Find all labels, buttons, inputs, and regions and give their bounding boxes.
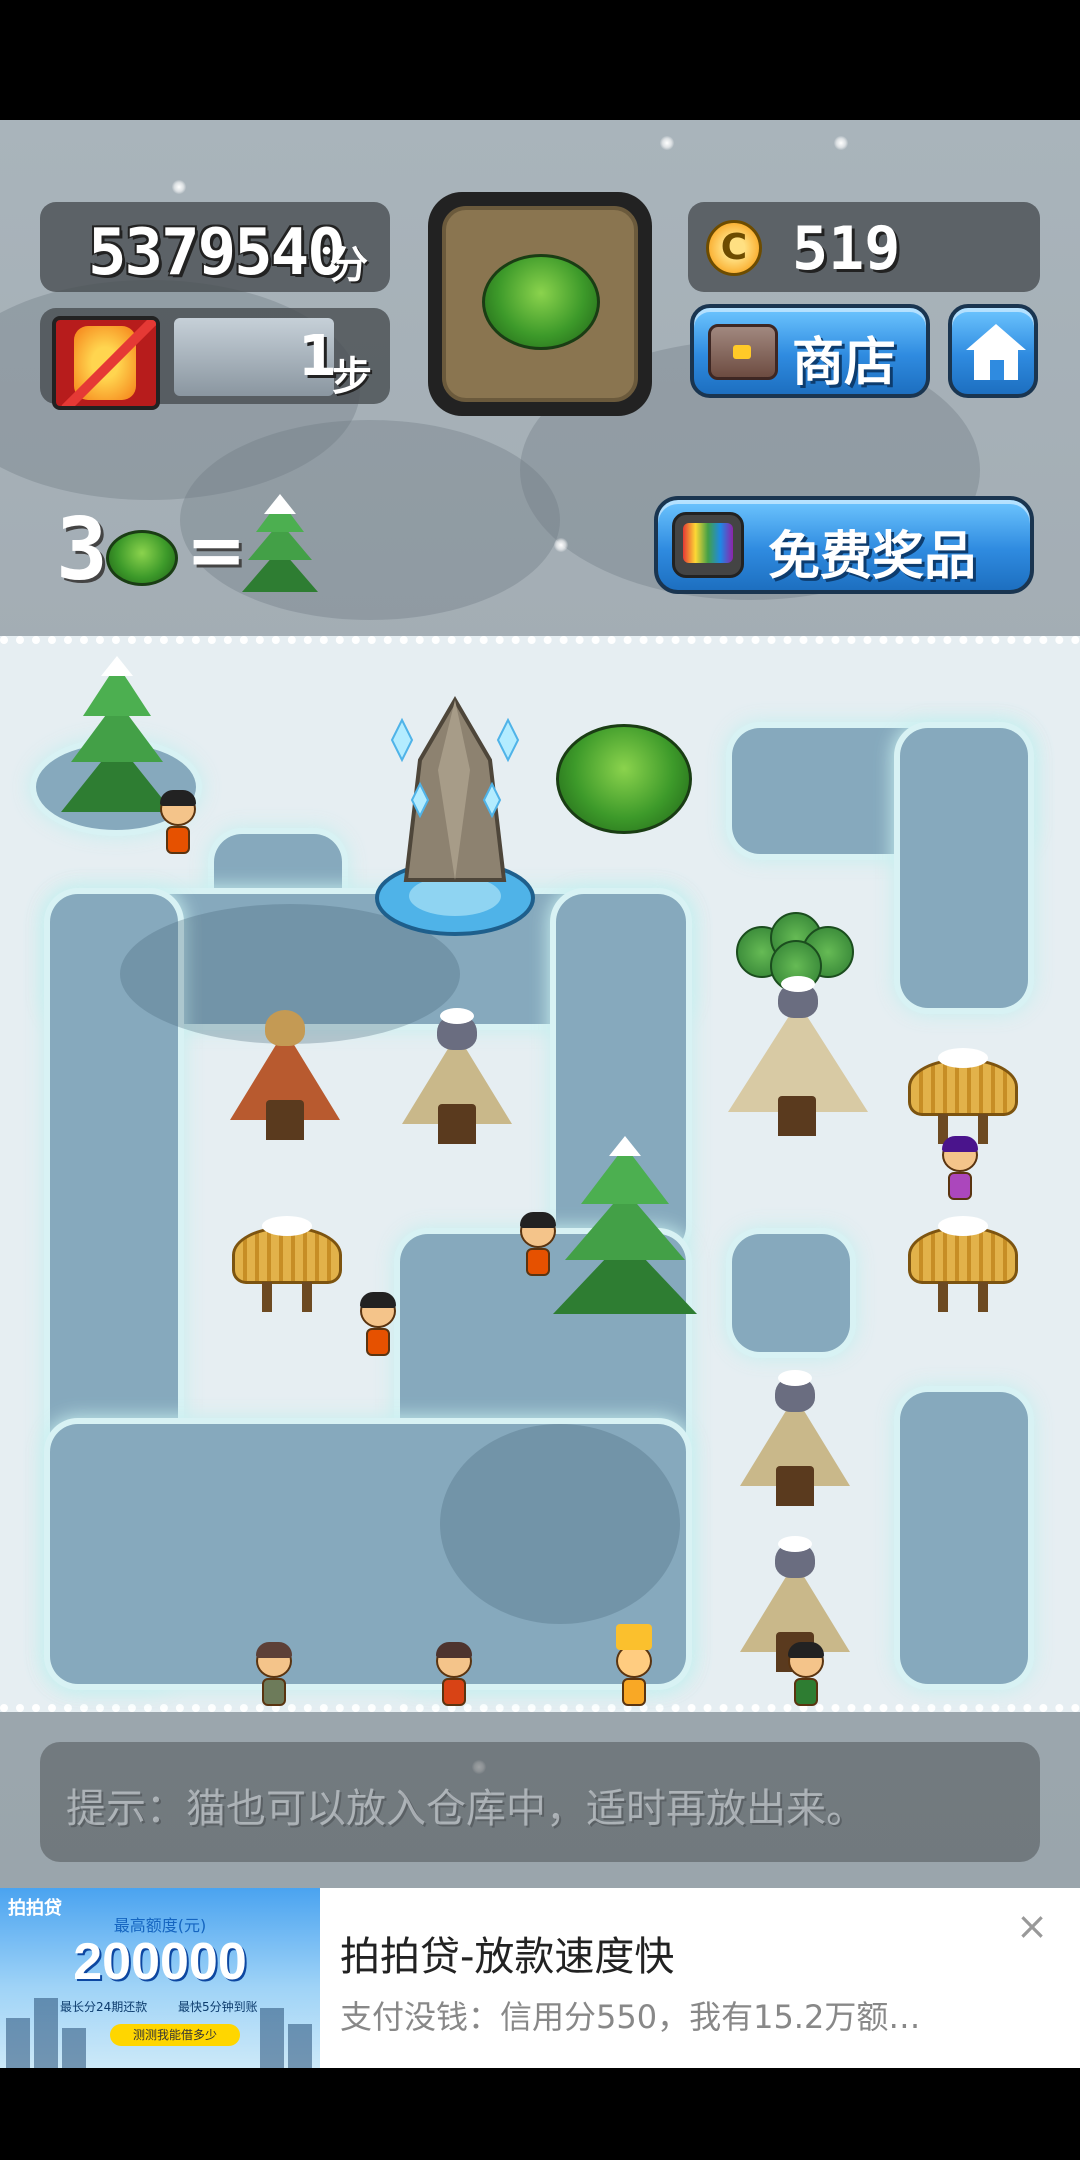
- ad-description[interactable]: 支付没钱：信用分550，我有15.2万额…: [340, 1992, 990, 2038]
- chief-icon: [614, 1624, 654, 1710]
- hint-text: 提示：猫也可以放入仓库中，适时再放出来。: [66, 1786, 866, 1832]
- shop-button[interactable]: 商店: [690, 304, 930, 398]
- game-viewport: 5379540 分 1 步 C 519 商店 3 = 免费奖品 提示：猫也可以放…: [0, 120, 1080, 1888]
- shop-label: 商店: [792, 333, 897, 393]
- combine-recipe: 3 =: [56, 494, 356, 600]
- navigation-bar-area: [0, 2068, 1080, 2160]
- city-skyline: [288, 2024, 312, 2068]
- next-item-frame[interactable]: [428, 192, 652, 416]
- score-value: 5379540: [88, 216, 346, 290]
- villager-icon: [158, 790, 198, 858]
- straw-hut-icon: [232, 1212, 342, 1312]
- pine-tree-icon: [61, 650, 173, 820]
- ad-image-line: 最长分24期还款: [60, 2000, 148, 2014]
- city-skyline: [34, 1998, 58, 2068]
- big-hut-icon: [728, 976, 868, 1142]
- tent-hut-icon: [740, 1370, 850, 1506]
- villager-elder-icon: [254, 1642, 294, 1710]
- city-skyline: [260, 2008, 284, 2068]
- pine-tree-icon: [550, 1128, 700, 1318]
- hint-panel: 提示：猫也可以放入仓库中，适时再放出来。: [40, 1742, 1040, 1862]
- snowflake: [172, 180, 186, 194]
- ad-image-line: 最快5分钟到账: [178, 2000, 258, 2014]
- city-skyline: [6, 2018, 30, 2068]
- coin-count: 519: [792, 214, 901, 284]
- ad-image[interactable]: 拍拍贷 最高额度(元) 200000 最长分24期还款 最快5分钟到账 测测我能…: [0, 1888, 320, 2068]
- water-tile: [900, 1392, 1028, 1684]
- home-button[interactable]: [948, 304, 1038, 398]
- villager-icon: [358, 1292, 398, 1360]
- free-prize-label: 免费奖品: [768, 527, 977, 587]
- pine-tree-icon: [240, 494, 320, 594]
- villager-girl-icon: [434, 1642, 474, 1710]
- water-shade: [440, 1424, 680, 1624]
- tent-hut-icon: [402, 1008, 512, 1144]
- game-board[interactable]: [0, 636, 1080, 1712]
- straw-hut-icon: [908, 1044, 1018, 1144]
- city-skyline: [62, 2028, 86, 2068]
- free-prize-button[interactable]: 免费奖品: [654, 496, 1034, 594]
- ad-banner[interactable]: 拍拍贷 最高额度(元) 200000 最长分24期还款 最快5分钟到账 测测我能…: [0, 1888, 1080, 2068]
- score-unit: 分: [330, 243, 369, 287]
- bush-icon: [556, 724, 692, 834]
- snowflake: [554, 538, 568, 552]
- villager-girl-icon: [940, 1136, 980, 1204]
- snowflake: [834, 136, 848, 150]
- ad-image-amount: 200000: [73, 1933, 247, 1991]
- recipe-equals: =: [186, 508, 247, 592]
- straw-hut-icon: [908, 1212, 1018, 1312]
- score-panel: 5379540 分: [40, 202, 390, 292]
- bush-icon: [482, 254, 600, 350]
- villager-icon: [786, 1642, 826, 1710]
- coin-panel: C 519: [688, 202, 1040, 292]
- close-icon[interactable]: ×: [1012, 1906, 1052, 1946]
- villager-icon: [518, 1212, 558, 1280]
- water-tile: [732, 1234, 850, 1352]
- snowflake: [660, 136, 674, 150]
- recipe-count: 3: [56, 500, 108, 600]
- ad-title[interactable]: 拍拍贷-放款速度快: [340, 1924, 674, 1982]
- bush-icon: [106, 530, 178, 586]
- treasure-chest-icon: [708, 324, 778, 380]
- crystal-monument-icon: [372, 680, 538, 942]
- tribal-hut-icon: [230, 1010, 340, 1140]
- no-mask-icon: [52, 316, 160, 410]
- tv-icon: [672, 512, 744, 578]
- water-tile: [900, 728, 1028, 1008]
- ad-image-button: 测测我能借多少: [110, 2024, 240, 2046]
- status-bar-area: [0, 0, 1080, 120]
- coin-icon: C: [706, 220, 762, 276]
- steps-panel: 1 步: [40, 308, 390, 410]
- steps-unit: 步: [332, 354, 372, 400]
